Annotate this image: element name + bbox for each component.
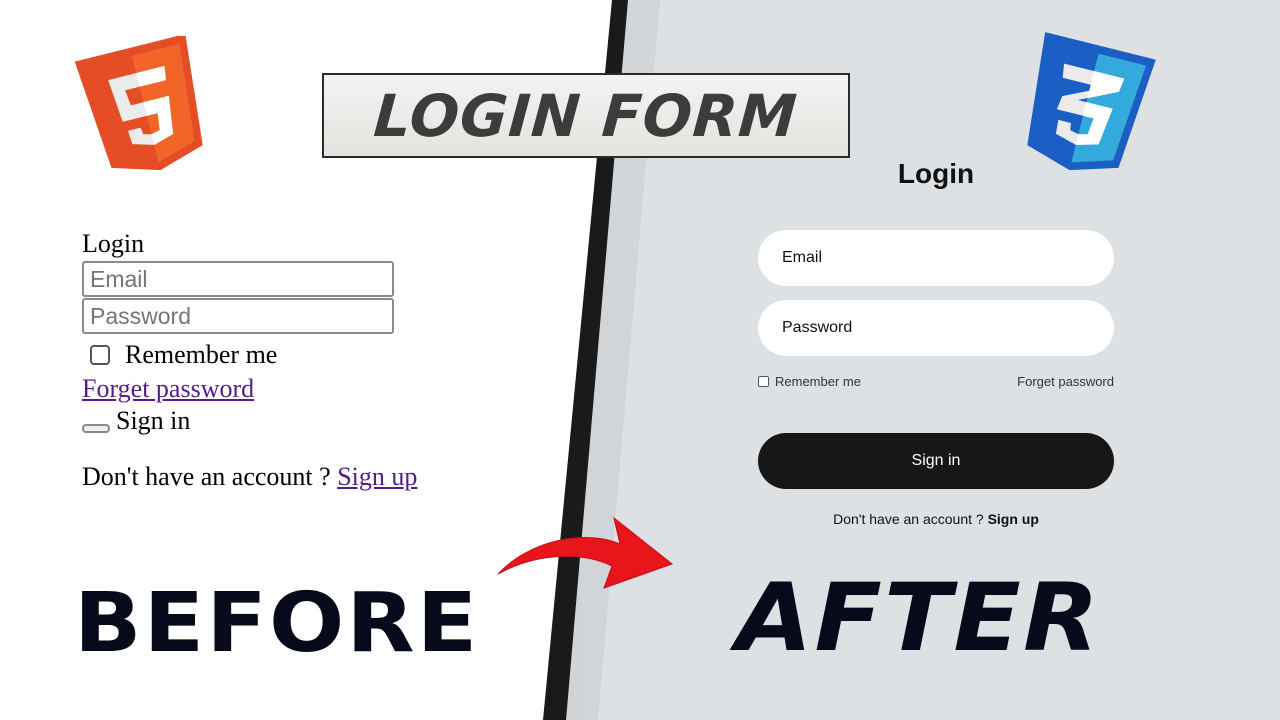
after-forget-password-link[interactable]: Forget password	[1017, 374, 1114, 389]
after-signin-button[interactable]: Sign in	[758, 433, 1114, 489]
after-options-row: Remember me Forget password	[758, 374, 1114, 389]
after-email-input[interactable]: Email	[758, 230, 1114, 286]
after-remember-row: Remember me	[758, 374, 861, 389]
after-remember-checkbox[interactable]	[758, 376, 769, 387]
title-banner: LOGIN FORM	[322, 73, 850, 158]
after-remember-label: Remember me	[775, 374, 861, 389]
after-signup-prompt: Don't have an account ?	[833, 511, 984, 527]
after-signin-label: Sign in	[911, 452, 961, 469]
before-signin-row: Sign in	[82, 406, 417, 436]
before-signin-label: Sign in	[116, 406, 191, 435]
before-form-title: Login	[82, 229, 145, 258]
before-login-form: Login Remember me Forget password Sign i…	[82, 228, 417, 492]
after-signup-link[interactable]: Sign up	[988, 511, 1039, 527]
before-signup-prompt: Don't have an account ?	[82, 462, 331, 491]
after-email-placeholder: Email	[782, 249, 823, 266]
after-password-placeholder: Password	[782, 319, 853, 336]
before-forget-password-link[interactable]: Forget password	[82, 374, 417, 404]
before-remember-row: Remember me	[82, 340, 417, 370]
before-signup-line: Don't have an account ? Sign up	[82, 462, 417, 492]
before-password-input[interactable]	[82, 298, 394, 334]
after-label: AFTER	[736, 564, 1102, 673]
before-signin-button[interactable]	[82, 423, 110, 433]
html5-icon	[74, 36, 203, 171]
after-password-input[interactable]: Password	[758, 300, 1114, 356]
before-email-input[interactable]	[82, 261, 394, 297]
after-form-title: Login	[897, 158, 975, 189]
before-signup-link[interactable]: Sign up	[337, 462, 417, 491]
before-label: BEFORE	[74, 576, 480, 671]
before-remember-checkbox[interactable]	[90, 345, 110, 365]
page-title: LOGIN FORM	[371, 81, 801, 150]
arrow-right-icon	[497, 516, 674, 589]
before-remember-label: Remember me	[125, 340, 278, 369]
after-signup-line: Don't have an account ? Sign up	[758, 511, 1114, 527]
